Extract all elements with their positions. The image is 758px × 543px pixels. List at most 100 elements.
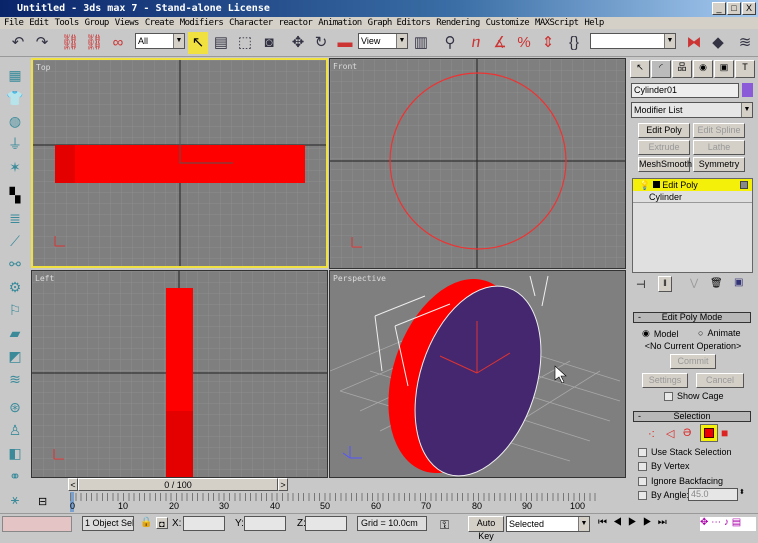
percent-snap-icon[interactable]: % — [514, 32, 534, 54]
rectangular-selection-icon[interactable]: ⬚ — [235, 32, 255, 54]
menu-tools[interactable]: Tools — [55, 17, 80, 29]
modifier-list-dropdown[interactable]: Modifier List ▼ — [631, 102, 753, 118]
unlink-icon[interactable]: ⛓ — [84, 32, 104, 54]
toy-car-icon[interactable]: ▰ — [5, 323, 25, 343]
selection-rollout-header[interactable]: - Selection — [633, 411, 751, 422]
key-mode-dropdown[interactable]: Selected ▼ — [506, 516, 590, 532]
configure-modifier-sets-icon[interactable]: ▣ — [734, 277, 743, 288]
hinge-icon[interactable]: ◧ — [5, 443, 25, 463]
next-key-icon[interactable]: ▶ — [643, 517, 658, 528]
animate-radio[interactable]: ○ Animate — [698, 328, 740, 338]
commit-button[interactable]: Commit — [670, 354, 716, 369]
polygon-level-icon[interactable] — [700, 424, 718, 442]
prismatic-icon[interactable]: ⚹ — [5, 489, 25, 509]
select-object-icon[interactable]: ↖ — [188, 32, 208, 54]
absolute-mode-icon[interactable]: ◘ — [156, 517, 168, 529]
tab-display[interactable]: ▣ — [714, 60, 734, 78]
pivot-center-icon[interactable]: ▥ — [411, 32, 431, 54]
deforming-mesh-icon[interactable]: ✶ — [5, 157, 25, 177]
lightbulb-icon[interactable]: 💡 — [639, 180, 650, 190]
tab-motion[interactable]: ◉ — [693, 60, 713, 78]
go-to-end-icon[interactable]: ⏭ — [658, 517, 673, 528]
undo-icon[interactable]: ↶ — [8, 32, 28, 54]
mini-curve-editor-icon[interactable]: ⊟ — [38, 495, 47, 508]
show-end-result-icon[interactable]: ǁ — [658, 276, 672, 292]
cloth-icon[interactable]: 👕 — [5, 88, 25, 108]
manipulate-icon[interactable]: ⚲ — [440, 32, 460, 54]
viewport-label[interactable]: Front — [333, 62, 357, 71]
edge-level-icon[interactable]: ◁ — [666, 427, 674, 440]
menu-animation[interactable]: Animation — [318, 17, 362, 29]
time-slider-handle[interactable]: 0 / 100 — [78, 478, 278, 491]
tab-modify[interactable]: ◜ — [651, 60, 671, 78]
go-to-start-icon[interactable]: ⏮ — [598, 517, 613, 528]
viewport-left[interactable]: Left — [31, 270, 328, 478]
menu-customize[interactable]: Customize — [486, 17, 530, 29]
viewport-label[interactable]: Left — [35, 274, 54, 283]
show-cage-checkbox[interactable]: Show Cage — [664, 391, 724, 401]
point-point-icon[interactable]: ⚭ — [5, 466, 25, 486]
rope-icon[interactable]: ⏚ — [5, 134, 25, 154]
fracture-icon[interactable]: ◩ — [5, 346, 25, 366]
minimize-button[interactable]: _ — [712, 2, 726, 15]
select-link-icon[interactable]: ⛓ — [60, 32, 80, 54]
menu-rendering[interactable]: Rendering — [436, 17, 480, 29]
prev-frame-button[interactable]: < — [68, 478, 78, 491]
menu-file[interactable]: File — [4, 17, 24, 29]
menu-views[interactable]: Views — [115, 17, 140, 29]
stack-item-cylinder[interactable]: Cylinder — [633, 191, 752, 203]
bind-space-warp-icon[interactable]: ∞ — [108, 32, 128, 54]
tab-create[interactable]: ↖ — [630, 60, 650, 78]
align-icon[interactable]: ◆ — [708, 32, 728, 54]
ragdoll-icon[interactable]: ♙ — [5, 420, 25, 440]
select-by-name-icon[interactable]: ▤ — [211, 32, 231, 54]
make-unique-icon[interactable]: ⋁ — [690, 278, 698, 289]
viewport-label[interactable]: Perspective — [333, 274, 386, 283]
dashpot-icon[interactable]: ⟋ — [5, 231, 25, 251]
stack-item-edit-poly[interactable]: 💡 Edit Poly — [633, 179, 752, 191]
viewport-top[interactable]: Top — [31, 58, 328, 268]
edit-named-selection-icon[interactable]: {} — [564, 32, 584, 54]
set-key-icon[interactable]: ⚿ — [440, 518, 449, 533]
y-coordinate-input[interactable] — [244, 516, 286, 531]
play-icon[interactable]: ▶ — [628, 517, 643, 528]
selection-filter-dropdown[interactable]: All ▼ — [135, 33, 185, 49]
wind-icon[interactable]: ⚐ — [5, 300, 25, 320]
auto-key-button[interactable]: Auto Key — [468, 516, 504, 541]
menu-help[interactable]: Help — [584, 17, 604, 29]
spinner-snap-icon[interactable]: ⇕ — [538, 32, 558, 54]
track-bar[interactable]: ⊟ 0 10 20 30 40 50 60 70 80 90 100 — [30, 492, 628, 513]
viewport-perspective[interactable]: Perspective — [329, 270, 626, 478]
tab-utilities[interactable]: T — [735, 60, 755, 78]
pin-stack-icon[interactable]: ⊣ — [636, 278, 646, 291]
meshsmooth-button[interactable]: MeshSmooth — [638, 157, 692, 172]
edit-poly-mode-rollout-header[interactable]: - Edit Poly Mode — [633, 312, 751, 323]
spring-icon[interactable]: ≣ — [5, 208, 25, 228]
angle-snap-icon[interactable]: ∡ — [490, 32, 510, 54]
rotate-icon[interactable]: ↻ — [311, 32, 331, 54]
angle-input[interactable]: 45.0 — [688, 488, 738, 501]
fan-icon[interactable]: ⚙ — [5, 277, 25, 297]
soft-body-icon[interactable]: ◍ — [5, 111, 25, 131]
reference-coord-dropdown[interactable]: View ▼ — [358, 33, 408, 49]
by-vertex-checkbox[interactable]: By Vertex — [638, 461, 690, 471]
viewport-label[interactable]: Top — [36, 63, 50, 72]
layer-manager-icon[interactable]: ≋ — [735, 32, 755, 54]
by-angle-checkbox[interactable]: By Angle: — [638, 490, 689, 500]
viewport-navigation-icons[interactable]: ✥ ⋯ ♪ ▤ — [700, 517, 756, 531]
use-stack-selection-checkbox[interactable]: Use Stack Selection — [638, 447, 732, 457]
lock-selection-icon[interactable]: 🔒 — [140, 517, 152, 528]
rigid-body-icon[interactable]: ▦ — [5, 65, 25, 85]
menu-graph-editors[interactable]: Graph Editors — [368, 17, 431, 29]
window-crossing-icon[interactable]: ◙ — [259, 32, 279, 54]
mirror-icon[interactable]: ⧓ — [684, 32, 704, 54]
element-level-icon[interactable]: ■ — [721, 426, 728, 440]
time-slider[interactable]: < 0 / 100 > — [30, 478, 628, 492]
angle-spinner[interactable]: ⬍ — [739, 488, 745, 496]
named-selection-dropdown[interactable]: ▼ — [590, 33, 676, 49]
maxscript-listener[interactable] — [2, 516, 72, 532]
plane-icon[interactable]: ▚ — [5, 185, 25, 205]
move-icon[interactable]: ✥ — [288, 32, 308, 54]
menu-character[interactable]: Character — [229, 17, 273, 29]
object-color-swatch[interactable] — [742, 83, 753, 97]
